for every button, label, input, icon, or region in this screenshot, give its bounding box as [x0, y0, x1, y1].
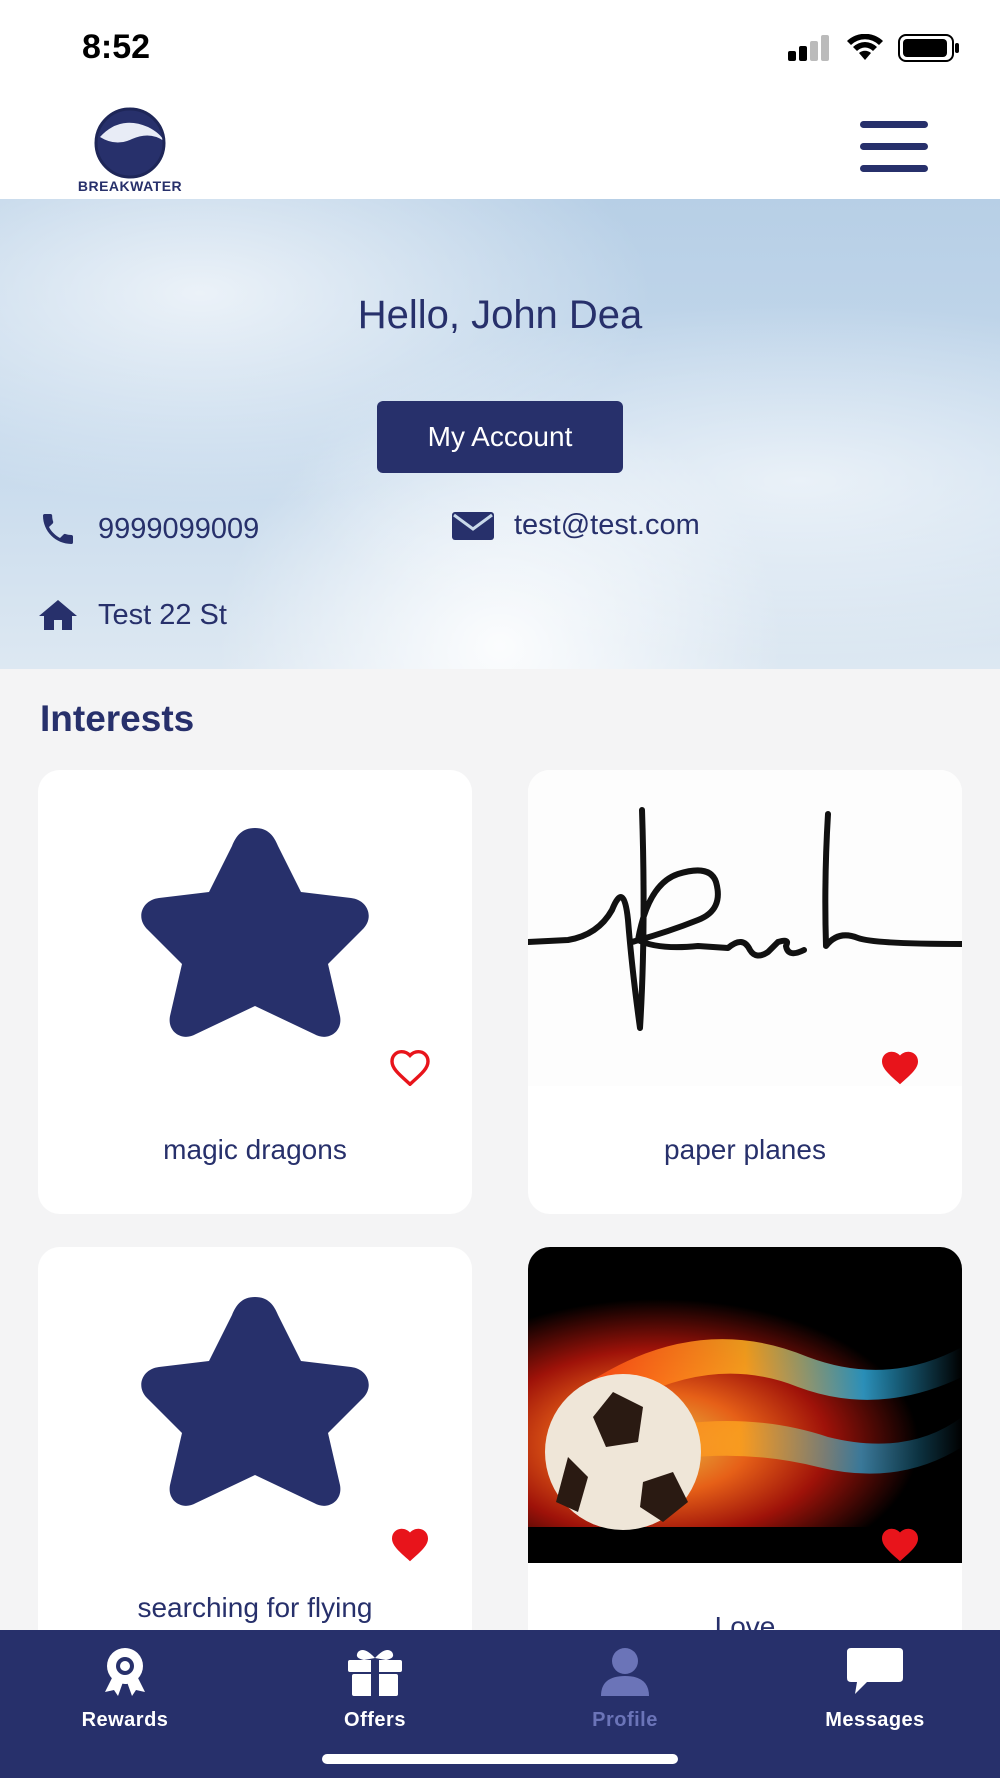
phone-icon	[43, 514, 73, 544]
interest-label: paper planes	[664, 1134, 826, 1165]
logo-text: BREAKWATER	[77, 178, 183, 194]
interests-title: Interests	[40, 698, 195, 739]
nav-label: Rewards	[81, 1709, 169, 1731]
app-header: BREAKWATER	[0, 95, 1000, 199]
signature-image	[528, 770, 962, 1086]
nav-label: Messages	[825, 1709, 925, 1731]
home-icon	[39, 600, 77, 630]
nav-label: Profile	[592, 1709, 658, 1731]
phone-number: 9999099009	[98, 512, 260, 545]
nav-messages[interactable]: Messages	[750, 1646, 1000, 1732]
email-info[interactable]: test@test.com	[452, 509, 700, 542]
interest-card[interactable]: paper planes	[528, 770, 962, 1214]
heart-filled-icon[interactable]	[879, 1527, 921, 1563]
hamburger-menu-button[interactable]	[860, 121, 928, 173]
interest-label: searching for flying	[137, 1592, 373, 1623]
envelope-icon	[452, 511, 494, 540]
breakwater-logo[interactable]: BREAKWATER	[60, 105, 200, 194]
address-text: Test 22 St	[98, 598, 227, 631]
interest-card[interactable]: magic dragons	[38, 770, 472, 1214]
chat-bubble-icon	[847, 1648, 903, 1694]
home-indicator	[322, 1754, 678, 1764]
interest-card[interactable]: searching for flying	[38, 1247, 472, 1691]
nav-rewards[interactable]: Rewards	[0, 1646, 250, 1732]
signal-icon	[788, 35, 829, 61]
address-info: Test 22 St	[38, 598, 227, 632]
profile-hero: Hello, John Dea My Account 9999099009 te…	[0, 199, 1000, 669]
interest-label: magic dragons	[163, 1134, 347, 1165]
battery-icon	[898, 34, 959, 62]
phone-info[interactable]: 9999099009	[38, 509, 259, 549]
star-icon	[141, 828, 369, 1037]
nav-offers[interactable]: Offers	[250, 1646, 500, 1732]
menu-bar	[860, 165, 928, 172]
heart-outline-icon[interactable]	[389, 1050, 431, 1086]
heart-filled-icon[interactable]	[879, 1050, 921, 1086]
gift-icon	[348, 1650, 402, 1696]
flaming-soccer-ball-image	[528, 1247, 962, 1563]
status-bar: 8:52	[0, 0, 1000, 95]
nav-label: Offers	[344, 1709, 406, 1731]
nav-profile[interactable]: Profile	[500, 1646, 750, 1732]
menu-bar	[860, 121, 928, 128]
status-time: 8:52	[82, 28, 151, 66]
interest-card[interactable]: Love	[528, 1247, 962, 1691]
wifi-icon	[847, 34, 883, 60]
award-ribbon-icon	[105, 1648, 145, 1696]
status-icons	[788, 34, 960, 62]
logo-icon	[94, 107, 166, 179]
greeting-text: Hello, John Dea	[357, 293, 643, 337]
my-account-button[interactable]: My Account	[377, 401, 623, 473]
heart-filled-icon[interactable]	[389, 1527, 431, 1563]
bottom-navigation: Rewards Offers Profile Messages	[0, 1630, 1000, 1778]
star-icon	[141, 1297, 369, 1506]
user-icon	[601, 1648, 649, 1696]
menu-bar	[860, 143, 928, 150]
email-address: test@test.com	[514, 509, 700, 541]
